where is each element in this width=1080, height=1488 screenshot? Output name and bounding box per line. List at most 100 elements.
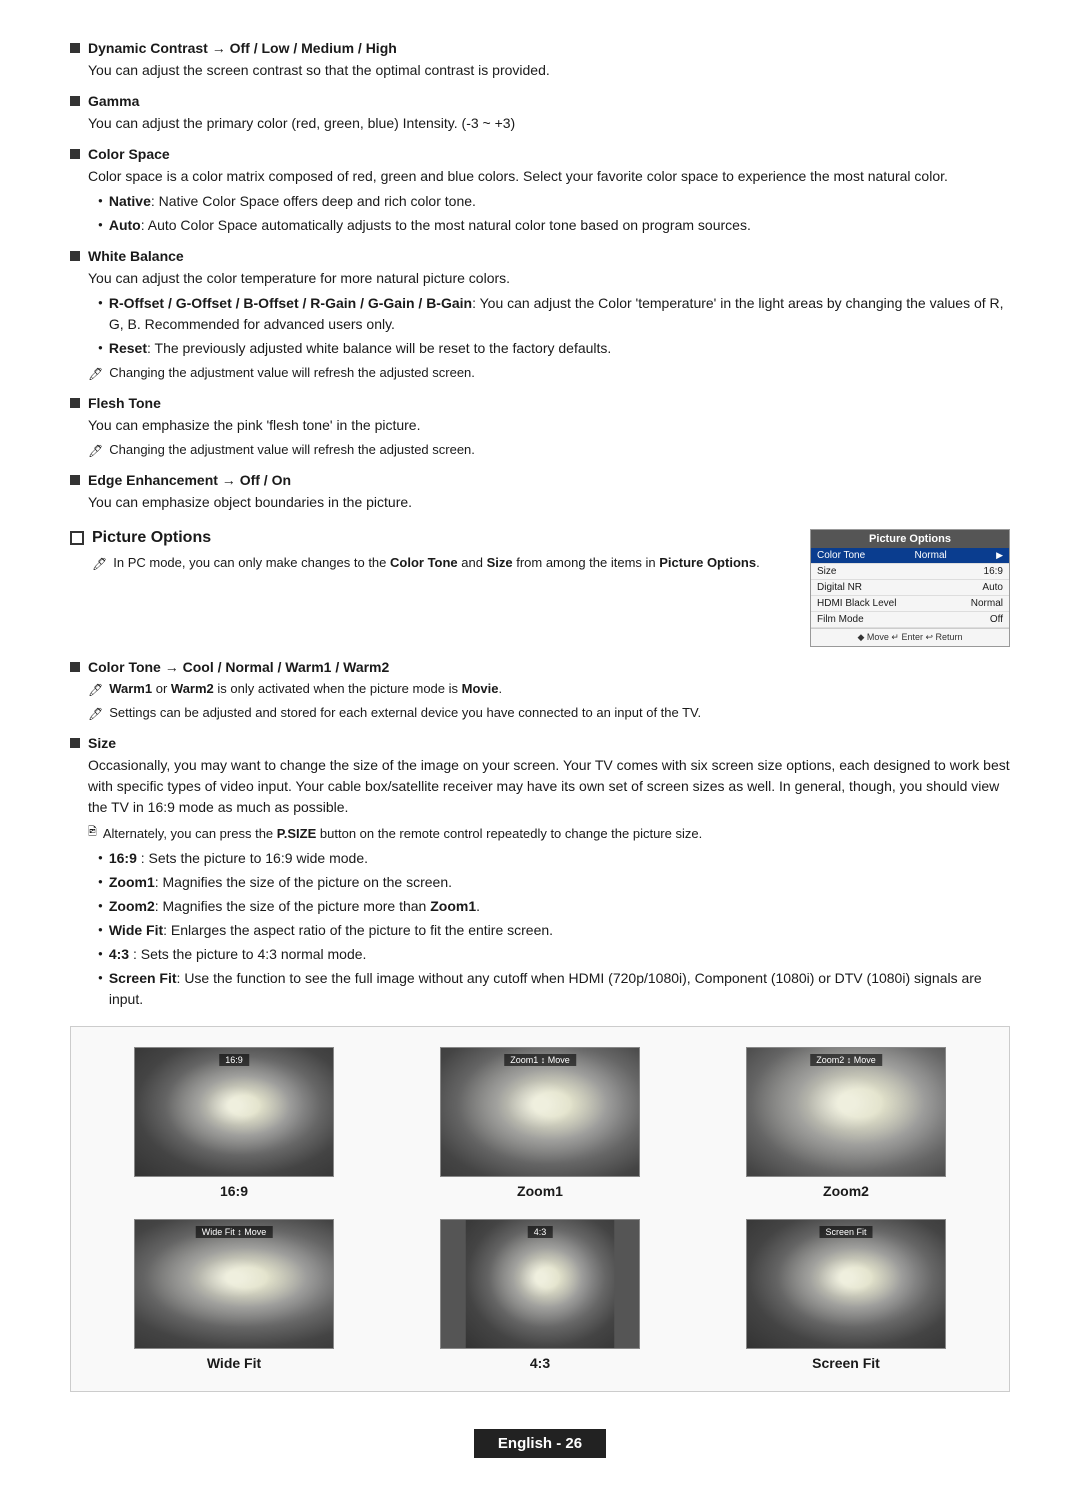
image-cell-widefit: Wide Fit ↕ Move Wide Fit bbox=[91, 1219, 377, 1371]
footer-text: English - 26 bbox=[474, 1429, 606, 1458]
color-space-title: Color Space bbox=[88, 146, 170, 162]
image-caption-169: 16:9 bbox=[220, 1183, 248, 1199]
size-bullets: 16:9 : Sets the picture to 16:9 wide mod… bbox=[98, 848, 1010, 1010]
image-caption-zoom1: Zoom1 bbox=[517, 1183, 563, 1199]
image-label-169: 16:9 bbox=[219, 1054, 249, 1066]
section-header: Flesh Tone bbox=[70, 395, 1010, 411]
flower-overlay bbox=[746, 1047, 946, 1177]
checkbox-icon bbox=[70, 531, 84, 545]
psize-note-icon: 🖻 bbox=[88, 824, 97, 844]
section-color-space: Color Space Color space is a color matri… bbox=[70, 146, 1010, 236]
section-edge-enhancement: Edge Enhancement → Off / On You can emph… bbox=[70, 472, 1010, 513]
square-bullet-icon bbox=[70, 475, 80, 485]
white-balance-bullets: R-Offset / G-Offset / B-Offset / R-Gain … bbox=[98, 293, 1010, 359]
image-label-zoom1: Zoom1 ↕ Move bbox=[504, 1054, 576, 1066]
gamma-body: You can adjust the primary color (red, g… bbox=[88, 113, 1010, 134]
footer: English - 26 bbox=[0, 1429, 1080, 1458]
color-space-text: Color space is a color matrix composed o… bbox=[88, 168, 948, 184]
note-icon: 🖊 bbox=[88, 705, 103, 723]
image-caption-screenfit: Screen Fit bbox=[812, 1355, 880, 1371]
picture-options-text: Picture Options 🖊 In PC mode, you can on… bbox=[70, 529, 790, 647]
square-bullet-icon bbox=[70, 96, 80, 106]
image-169: 16:9 bbox=[134, 1047, 334, 1177]
color-space-bullets: Native: Native Color Space offers deep a… bbox=[98, 191, 1010, 236]
dynamic-contrast-body: You can adjust the screen contrast so th… bbox=[88, 60, 1010, 81]
white-balance-title: White Balance bbox=[88, 248, 184, 264]
image-screenfit: Screen Fit bbox=[746, 1219, 946, 1349]
flower-bg bbox=[747, 1220, 945, 1348]
size-title: Size bbox=[88, 735, 116, 751]
edge-enhancement-body: You can emphasize object boundaries in t… bbox=[88, 492, 1010, 513]
color-tone-title: Color Tone → Cool / Normal / Warm1 / War… bbox=[88, 659, 389, 675]
osd-table: Picture Options Color Tone Normal ▶ Size… bbox=[810, 529, 1010, 647]
image-caption-widefit: Wide Fit bbox=[207, 1355, 261, 1371]
square-bullet-icon bbox=[70, 43, 80, 53]
picture-options-title: Picture Options bbox=[92, 529, 211, 547]
note-icon: 🖊 bbox=[88, 442, 103, 460]
image-cell-169: 16:9 16:9 bbox=[91, 1047, 377, 1199]
section-header: Color Tone → Cool / Normal / Warm1 / War… bbox=[70, 659, 1010, 675]
bullet-rgb-gain: R-Offset / G-Offset / B-Offset / R-Gain … bbox=[98, 293, 1010, 335]
section-header: Dynamic Contrast → Off / Low / Medium / … bbox=[70, 40, 1010, 56]
image-caption-43: 4:3 bbox=[530, 1355, 550, 1371]
square-bullet-icon bbox=[70, 738, 80, 748]
section-header: Color Space bbox=[70, 146, 1010, 162]
flesh-tone-title: Flesh Tone bbox=[88, 395, 161, 411]
image-cell-zoom2: Zoom2 ↕ Move Zoom2 bbox=[703, 1047, 989, 1199]
image-cell-zoom1: Zoom1 ↕ Move Zoom1 bbox=[397, 1047, 683, 1199]
image-cell-screenfit: Screen Fit Screen Fit bbox=[703, 1219, 989, 1371]
image-zoom2: Zoom2 ↕ Move bbox=[746, 1047, 946, 1177]
white-balance-note: 🖊 Changing the adjustment value will ref… bbox=[88, 363, 1010, 383]
gamma-title: Gamma bbox=[88, 93, 139, 109]
image-cell-43: 4:3 4:3 bbox=[397, 1219, 683, 1371]
image-zoom1: Zoom1 ↕ Move bbox=[440, 1047, 640, 1177]
bullet-native: Native: Native Color Space offers deep a… bbox=[98, 191, 1010, 212]
osd-row-size: Size 16:9 bbox=[811, 564, 1009, 580]
image-widefit: Wide Fit ↕ Move bbox=[134, 1219, 334, 1349]
note-icon: 🖊 bbox=[88, 681, 103, 699]
white-balance-body: You can adjust the color temperature for… bbox=[88, 268, 1010, 383]
image-label-widefit: Wide Fit ↕ Move bbox=[196, 1226, 273, 1238]
flower-overlay bbox=[134, 1220, 334, 1348]
picture-options-section: Picture Options 🖊 In PC mode, you can on… bbox=[70, 529, 1010, 647]
section-gamma: Gamma You can adjust the primary color (… bbox=[70, 93, 1010, 134]
edge-enhancement-title: Edge Enhancement → Off / On bbox=[88, 472, 291, 488]
section-header: Size bbox=[70, 735, 1010, 751]
dynamic-contrast-title: Dynamic Contrast → Off / Low / Medium / … bbox=[88, 40, 397, 56]
bullet-169: 16:9 : Sets the picture to 16:9 wide mod… bbox=[98, 848, 1010, 869]
section-header: Edge Enhancement → Off / On bbox=[70, 472, 1010, 488]
bullet-43: 4:3 : Sets the picture to 4:3 normal mod… bbox=[98, 944, 1010, 965]
section-color-tone: Color Tone → Cool / Normal / Warm1 / War… bbox=[70, 659, 1010, 723]
flower-overlay bbox=[135, 1048, 333, 1176]
osd-table-title: Picture Options bbox=[811, 530, 1009, 548]
page-container: Dynamic Contrast → Off / Low / Medium / … bbox=[0, 0, 1080, 1472]
section-size: Size Occasionally, you may want to chang… bbox=[70, 735, 1010, 1010]
osd-row-hdmi: HDMI Black Level Normal bbox=[811, 596, 1009, 612]
bullet-widefit: Wide Fit: Enlarges the aspect ratio of t… bbox=[98, 920, 1010, 941]
flesh-tone-body: You can emphasize the pink 'flesh tone' … bbox=[88, 415, 1010, 460]
image-43: 4:3 bbox=[440, 1219, 640, 1349]
square-bullet-icon bbox=[70, 662, 80, 672]
bullet-screenfit: Screen Fit: Use the function to see the … bbox=[98, 968, 1010, 1010]
white-balance-text: You can adjust the color temperature for… bbox=[88, 270, 510, 286]
section-dynamic-contrast: Dynamic Contrast → Off / Low / Medium / … bbox=[70, 40, 1010, 81]
flower-bg bbox=[466, 1220, 615, 1348]
flower-overlay bbox=[466, 1220, 615, 1348]
flower-overlay bbox=[747, 1220, 945, 1348]
bullet-reset: Reset: The previously adjusted white bal… bbox=[98, 338, 1010, 359]
size-text: Occasionally, you may want to change the… bbox=[88, 757, 1010, 815]
flower-bg bbox=[135, 1048, 333, 1176]
flower-bg bbox=[134, 1220, 334, 1348]
bullet-auto: Auto: Auto Color Space automatically adj… bbox=[98, 215, 1010, 236]
color-space-body: Color space is a color matrix composed o… bbox=[88, 166, 1010, 236]
image-label-43: 4:3 bbox=[528, 1226, 553, 1238]
bullet-zoom1: Zoom1: Magnifies the size of the picture… bbox=[98, 872, 1010, 893]
osd-row-colortone: Color Tone Normal ▶ bbox=[811, 548, 1009, 564]
osd-row-filmmode: Film Mode Off bbox=[811, 612, 1009, 628]
picture-options-header: Picture Options bbox=[70, 529, 790, 547]
picture-options-intro: 🖊 In PC mode, you can only make changes … bbox=[92, 553, 790, 573]
image-caption-zoom2: Zoom2 bbox=[823, 1183, 869, 1199]
square-bullet-icon bbox=[70, 251, 80, 261]
flower-bg bbox=[440, 1047, 640, 1177]
color-tone-body: 🖊 Warm1 or Warm2 is only activated when … bbox=[88, 679, 1010, 723]
